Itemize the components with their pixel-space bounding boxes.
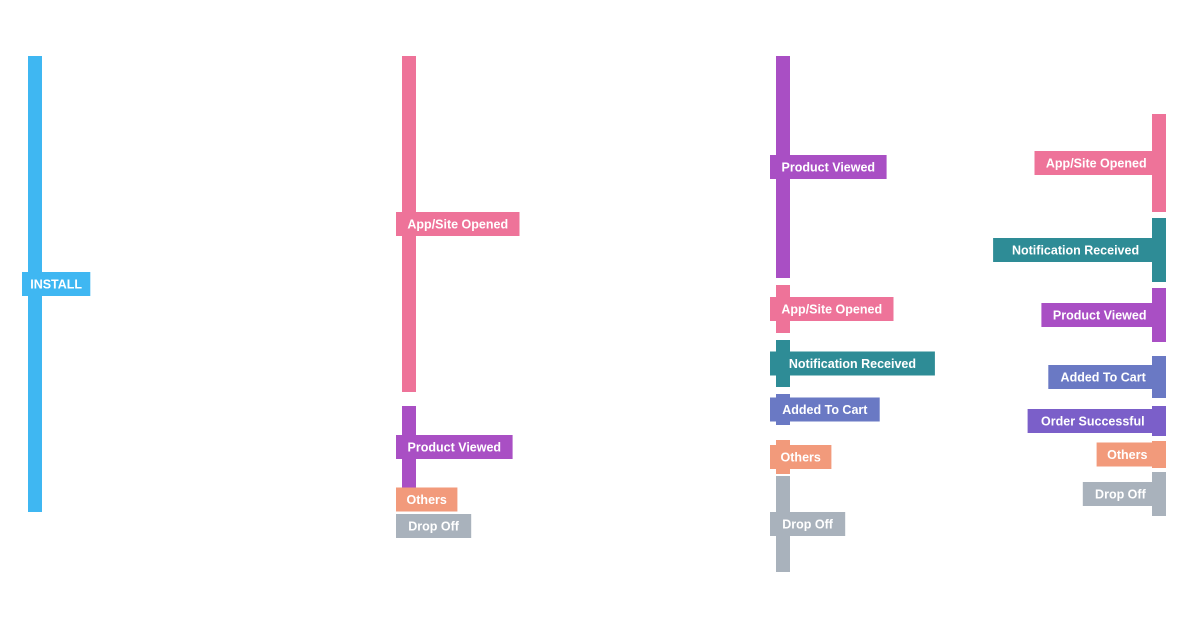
label-text: Product Viewed xyxy=(408,440,502,454)
sankey-link-product-viewed-to-app-site-opened[interactable] xyxy=(790,56,1152,210)
sankey-node-label-product-viewed-col2: Product Viewed xyxy=(770,155,887,179)
sankey-canvas: INSTALL App/Site Opened Product Viewed Othe… xyxy=(22,56,1166,572)
sankey-link-install-to-product-viewed[interactable] xyxy=(42,396,402,488)
sankey-node-label-order-successful-col3: Order Successful xyxy=(1027,409,1158,433)
label-text: Added To Cart xyxy=(1061,370,1147,384)
sankey-link-install-to-others[interactable] xyxy=(42,480,402,510)
sankey-node-label-added-to-cart-col3: Added To Cart xyxy=(1048,365,1158,389)
sankey-node-label-added-to-cart-col2: Added To Cart xyxy=(770,397,880,422)
sankey-node-label-app-site-opened-col3: App/Site Opened xyxy=(1034,151,1158,175)
label-text: Others xyxy=(1107,448,1147,462)
label-text: Product Viewed xyxy=(782,160,876,174)
sankey-link-app-site-opened-to-product-viewed[interactable] xyxy=(416,56,776,278)
sankey-link-app-site-opened-to-drop-off[interactable] xyxy=(416,336,776,532)
label-text: App/Site Opened xyxy=(1046,156,1147,170)
sankey-node-label-others-col1: Others xyxy=(396,487,458,512)
sankey-link-product-viewed-to-notification-received[interactable] xyxy=(416,340,776,432)
label-text: Product Viewed xyxy=(1053,308,1147,322)
sankey-node-label-others-col3: Others xyxy=(1096,442,1158,467)
sankey-node-label-app-site-opened-col2: App/Site Opened xyxy=(770,297,894,321)
label-text: Drop Off xyxy=(1095,487,1147,501)
label-text: App/Site Opened xyxy=(781,302,882,316)
sankey-nodes-layer xyxy=(28,56,1166,572)
label-text: Notification Received xyxy=(789,357,916,371)
sankey-node-label-drop-off-col1: Drop Off xyxy=(396,514,472,538)
sankey-link-install-to-drop-off[interactable] xyxy=(42,504,402,538)
sankey-link-install-to-app-site-opened[interactable] xyxy=(42,56,402,392)
sankey-node-label-notification-received-col2: Notification Received xyxy=(770,351,935,376)
label-text: Order Successful xyxy=(1041,414,1145,428)
label-text: Drop Off xyxy=(782,517,834,531)
sankey-node-label-notification-received-col3: Notification Received xyxy=(993,238,1158,262)
label-text: Others xyxy=(781,450,821,464)
sankey-node-label-drop-off-col2: Drop Off xyxy=(770,512,846,536)
sankey-node-label-product-viewed-col3: Product Viewed xyxy=(1041,303,1158,327)
label-text: Notification Received xyxy=(1012,243,1139,257)
sankey-diagram: INSTALL App/Site Opened Product Viewed Othe… xyxy=(0,0,1200,628)
sankey-node-label-drop-off-col3: Drop Off xyxy=(1082,482,1158,506)
label-text: Others xyxy=(407,493,447,507)
label-text: INSTALL xyxy=(30,277,82,291)
sankey-link-app-site-opened-to-notification-received[interactable] xyxy=(416,327,776,372)
sankey-link-app-site-opened-to-app-site-opened[interactable] xyxy=(416,281,776,329)
label-text: Drop Off xyxy=(408,519,460,533)
sankey-link-product-viewed-to-drop-off[interactable] xyxy=(416,465,776,556)
sankey-labels-layer: INSTALL App/Site Opened Product Viewed Othe… xyxy=(22,151,1158,538)
sankey-node-label-app-site-opened-col1: App/Site Opened xyxy=(396,212,520,236)
sankey-node-label-install-col0: INSTALL xyxy=(22,272,91,296)
sankey-links-layer xyxy=(42,56,1152,562)
label-text: App/Site Opened xyxy=(407,217,508,231)
label-text: Added To Cart xyxy=(782,403,868,417)
sankey-node-label-product-viewed-col1: Product Viewed xyxy=(396,435,513,459)
sankey-node-label-others-col2: Others xyxy=(770,445,832,469)
